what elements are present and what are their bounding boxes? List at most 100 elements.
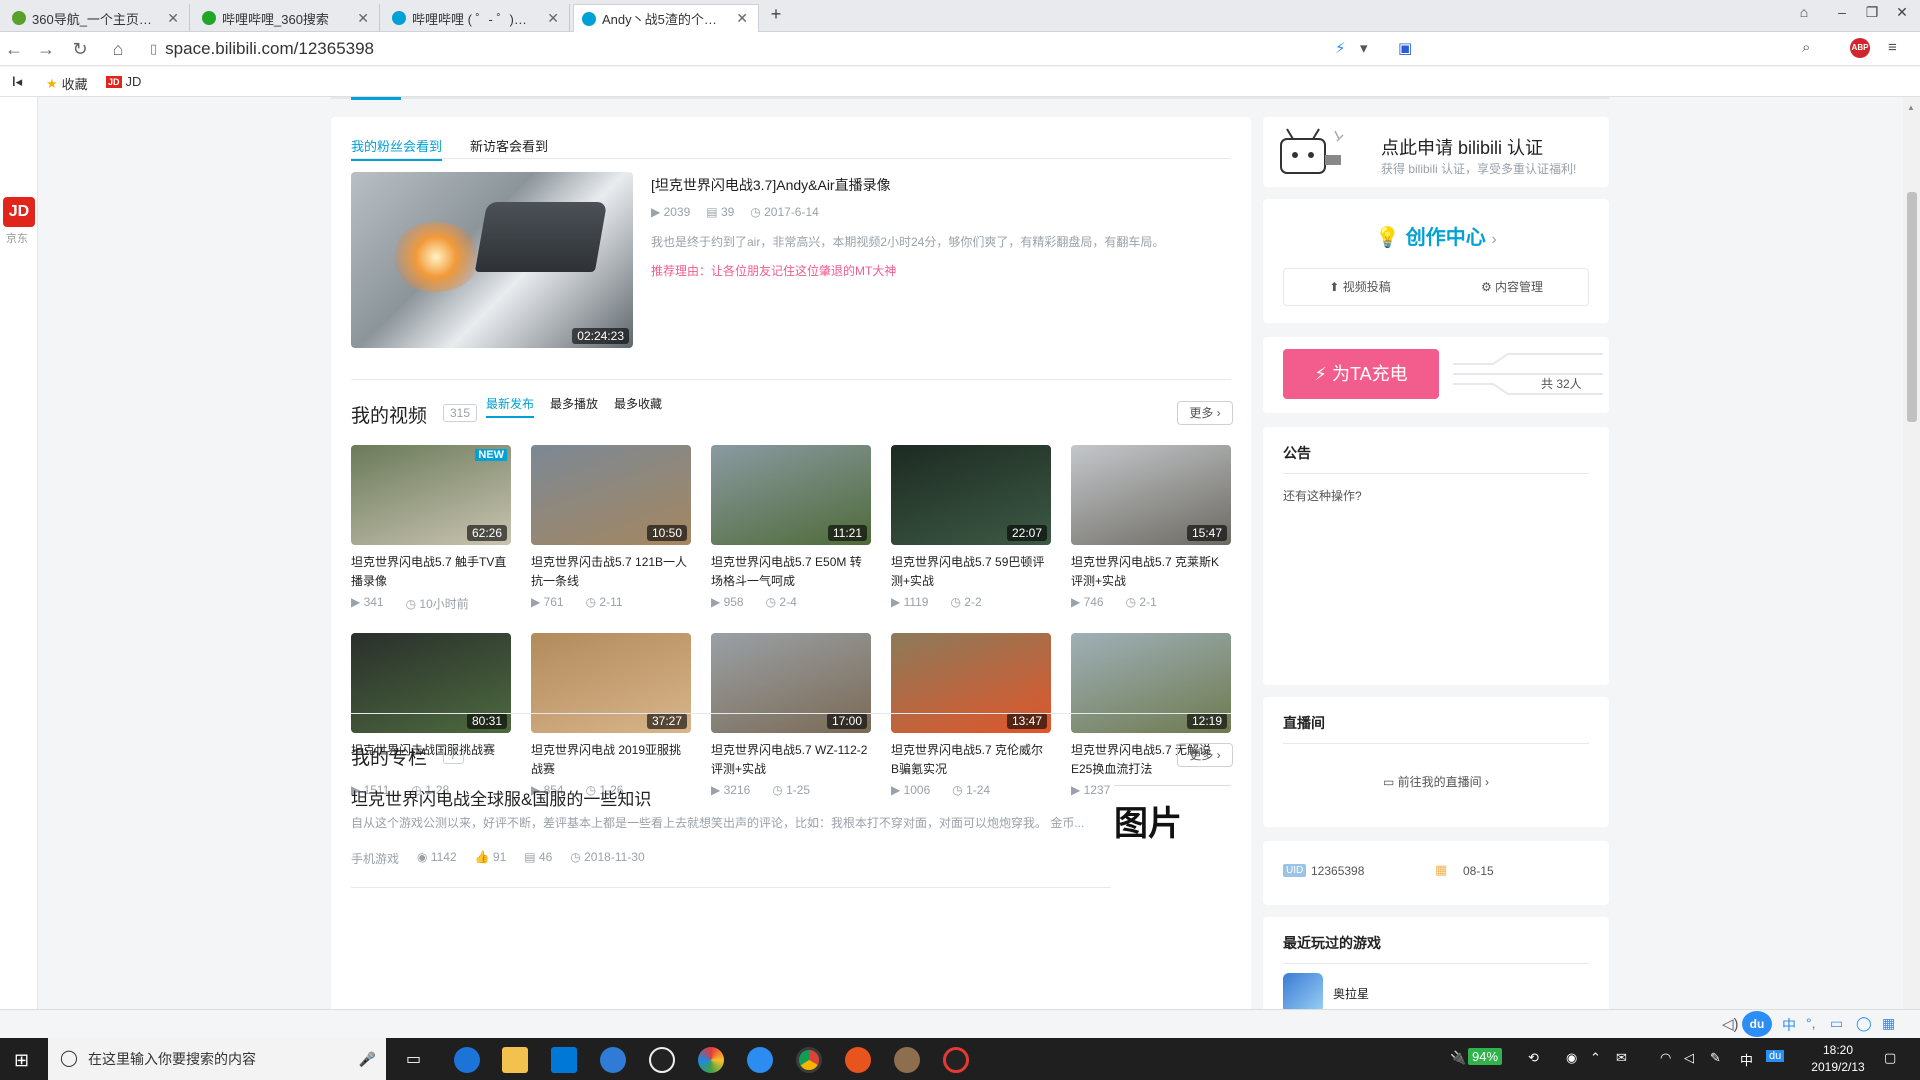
video-title[interactable]: 坦克世界闪电战5.7 E50M 转场格斗一气呵成 [711, 553, 871, 591]
chevron-up-icon[interactable]: ⌃ [1590, 1050, 1601, 1066]
close-icon[interactable]: ✕ [355, 10, 371, 27]
video-thumbnail[interactable]: NEW 62:26 [351, 445, 511, 545]
sort-latest[interactable]: 最新发布 [486, 395, 535, 418]
chrome-icon[interactable] [796, 1047, 822, 1073]
featured-video-title[interactable]: [坦克世界闪电战3.7]Andy&Air直播录像 [651, 175, 891, 195]
video-thumbnail[interactable]: 13:47 [891, 633, 1051, 733]
article-title[interactable]: 坦克世界闪电战全球服&国服的一些知识 [351, 785, 651, 810]
speaker-icon[interactable]: ◁ [1684, 1050, 1694, 1066]
browser-tab[interactable]: 哔哩哔哩_360搜索 ✕ [194, 4, 380, 32]
video-thumbnail[interactable]: 10:50 [531, 445, 691, 545]
browser-tab[interactable]: 哔哩哔哩 ( ゜- ゜)つロ 干杯 ✕ [384, 4, 570, 32]
jd-logo-icon[interactable]: JD [3, 197, 35, 227]
upload-video-button[interactable]: ⬆ 视频投稿 [1284, 269, 1436, 305]
videos-more-button[interactable]: 更多 › [1177, 401, 1233, 425]
qq-icon[interactable] [649, 1047, 675, 1073]
close-icon[interactable]: ✕ [734, 10, 750, 27]
forward-icon[interactable]: → [34, 38, 58, 60]
lightning-icon[interactable]: ⚡ [1335, 39, 1346, 57]
taskbar-search[interactable]: ◯ 在这里输入你要搜索的内容 🎤 [48, 1038, 386, 1080]
pen-icon[interactable]: ✎ [1710, 1050, 1721, 1066]
tray-app-icon[interactable]: ✉ [1616, 1050, 1627, 1066]
sidebar-toggle-icon[interactable]: ǀ◂ [12, 74, 22, 90]
store-icon[interactable] [551, 1047, 577, 1073]
video-thumbnail[interactable]: 11:21 [711, 445, 871, 545]
user-icon[interactable]: ◯ [1856, 1015, 1872, 1032]
new-tab-icon[interactable]: + [762, 4, 790, 25]
video-title[interactable]: 坦克世界闪击战5.7 121B一人抗一条线 [531, 553, 691, 591]
close-window-icon[interactable]: ✕ [1888, 4, 1916, 21]
notifications-icon[interactable]: ▢ [1884, 1050, 1896, 1066]
video-card[interactable]: NEW 62:26 坦克世界闪电战5.7 触手TV直播录像 ▶ 341 ◷ 10小时前 [351, 445, 511, 612]
video-card[interactable]: 80:31 坦克世界闪击战国服挑战赛 ▶ 1511 ◷ 1-28 [351, 633, 511, 797]
color-app-icon[interactable] [698, 1047, 724, 1073]
creator-center-link[interactable]: 💡 创作中心 › [1263, 221, 1609, 250]
video-thumbnail[interactable]: 80:31 [351, 633, 511, 733]
dropdown-icon[interactable]: ▾ [1360, 39, 1368, 57]
home-icon[interactable]: ⌂ [106, 38, 130, 60]
game-icon[interactable] [1283, 973, 1323, 1009]
windows-start-icon[interactable]: ⊞ [14, 1050, 29, 1071]
video-thumbnail[interactable]: 15:47 [1071, 445, 1231, 545]
video-title[interactable]: 坦克世界闪电战5.7 克伦威尔B骗氪实况 [891, 741, 1051, 779]
search-icon[interactable]: ⌕ [1802, 39, 1810, 56]
punctuation-icon[interactable]: °, [1806, 1015, 1816, 1031]
video-title[interactable]: 坦克世界闪电战 2019亚服挑战赛 [531, 741, 691, 779]
browser-tab[interactable]: 360导航_一个主页，整个 ✕ [4, 4, 190, 32]
menu-icon[interactable]: ≡ [1888, 39, 1897, 56]
columns-more-button[interactable]: 更多 › [1177, 743, 1233, 767]
security-icon[interactable]: ◉ [1566, 1050, 1577, 1066]
live-room-link[interactable]: ▭ 前往我的直播间 › [1263, 773, 1609, 790]
video-card[interactable]: 37:27 坦克世界闪电战 2019亚服挑战赛 ▶ 854 ◷ 1-26 [531, 633, 691, 797]
bookmark-favorites[interactable]: ★ 收藏 [46, 74, 88, 93]
video-title[interactable]: 坦克世界闪电战5.7 59巴顿评测+实战 [891, 553, 1051, 591]
featured-video-thumbnail[interactable]: 02:24:23 [351, 172, 633, 348]
video-thumbnail[interactable]: 37:27 [531, 633, 691, 733]
content-manage-button[interactable]: ⚙ 内容管理 [1436, 269, 1588, 305]
ime-mode[interactable]: 中 [1782, 1015, 1796, 1035]
baidu-tray-icon[interactable]: du [1766, 1050, 1785, 1062]
reload-icon[interactable]: ↻ [68, 38, 92, 60]
volume-icon[interactable]: ◁) [1722, 1015, 1739, 1033]
grid-icon[interactable]: ▦ [1882, 1015, 1895, 1032]
scroll-up-icon[interactable]: ▲ [1907, 103, 1915, 112]
close-icon[interactable]: ✕ [545, 10, 561, 27]
video-card[interactable]: 17:00 坦克世界闪电战5.7 WZ-112-2评测+实战 ▶ 3216 ◷ 1-2… [711, 633, 871, 797]
video-card[interactable]: 12:19坦克世界闪电战5.7 无解说E25换血流打法▶ 1237◷ 1-23 [1071, 633, 1231, 797]
article-category[interactable]: 手机游戏 [351, 850, 399, 867]
close-icon[interactable]: ✕ [165, 10, 181, 27]
video-title[interactable]: 坦克世界闪电战5.7 WZ-112-2评测+实战 [711, 741, 871, 779]
bookmark-jd[interactable]: JD JD [106, 74, 141, 89]
restore-icon[interactable]: ❐ [1858, 4, 1886, 21]
adblock-icon[interactable]: ABP [1850, 38, 1870, 58]
video-card[interactable]: 22:07 坦克世界闪电战5.7 59巴顿评测+实战 ▶ 1119 ◷ 2-2 [891, 445, 1051, 609]
file-explorer-icon[interactable] [502, 1047, 528, 1073]
record-app-icon[interactable] [943, 1047, 969, 1073]
app-l-icon[interactable] [600, 1047, 626, 1073]
video-title[interactable]: 坦克世界闪电战5.7 触手TV直播录像 [351, 553, 511, 591]
video-thumbnail[interactable]: 17:00 [711, 633, 871, 733]
page-scrollbar[interactable]: ▲ [1903, 97, 1920, 1009]
map-app-icon[interactable] [845, 1047, 871, 1073]
video-card[interactable]: 10:50 坦克世界闪击战5.7 121B一人抗一条线 ▶ 761 ◷ 2-11 [531, 445, 691, 609]
browser-tab-active[interactable]: Andy丶战5渣的个人空间 ✕ [573, 4, 759, 32]
extension-icon[interactable]: ▣ [1398, 39, 1412, 57]
microphone-icon[interactable]: 🎤 [359, 1038, 376, 1080]
back-icon[interactable]: ← [2, 38, 26, 60]
keyboard-icon[interactable]: ▭ [1830, 1015, 1843, 1032]
scrollbar-thumb[interactable] [1907, 192, 1917, 422]
video-card[interactable]: 11:21 坦克世界闪电战5.7 E50M 转场格斗一气呵成 ▶ 958 ◷ 2-4 [711, 445, 871, 609]
wifi-icon[interactable]: ◠ [1660, 1050, 1671, 1066]
video-thumbnail[interactable]: 22:07 [891, 445, 1051, 545]
charge-button[interactable]: ⚡ 为TA充电 [1283, 349, 1439, 399]
video-card[interactable]: 13:47 坦克世界闪电战5.7 克伦威尔B骗氪实况 ▶ 1006 ◷ 1-24 [891, 633, 1051, 797]
power-icon[interactable]: 🔌 [1450, 1050, 1466, 1066]
clock[interactable]: 18:20 2019/2/13 [1806, 1042, 1870, 1076]
sort-most-favorited[interactable]: 最多收藏 [614, 395, 662, 418]
network-icon[interactable]: ⟲ [1528, 1050, 1539, 1066]
article-cover[interactable]: 图片 [1114, 785, 1231, 845]
url-field[interactable]: ▯ space.bilibili.com/12365398 [150, 38, 374, 60]
game-name[interactable]: 奥拉星 [1333, 985, 1369, 1002]
edge-icon[interactable] [454, 1047, 480, 1073]
video-title[interactable]: 坦克世界闪电战5.7 克莱斯K评测+实战 [1071, 553, 1231, 591]
